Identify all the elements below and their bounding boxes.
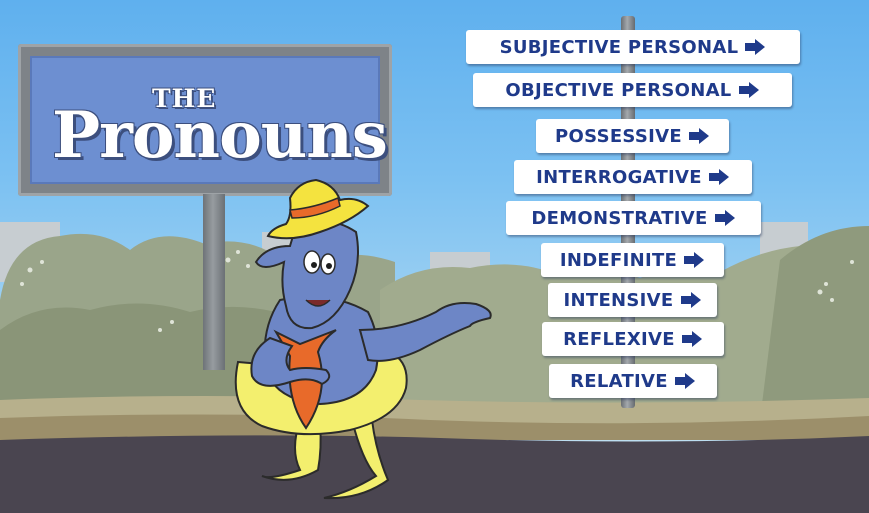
arrow-right-icon xyxy=(684,252,705,268)
arrow-right-icon xyxy=(688,128,709,144)
arrow-right-icon xyxy=(714,210,735,226)
sign-label: INTENSIVE xyxy=(563,289,674,311)
game-scene: THE Pronouns SUBJECTIVE PERSONAL OBJECTI… xyxy=(0,0,869,513)
arrow-right-icon xyxy=(745,39,766,55)
sign-label: DEMONSTRATIVE xyxy=(531,207,708,229)
sign-possessive[interactable]: POSSESSIVE xyxy=(536,119,729,153)
sign-objective-personal[interactable]: OBJECTIVE PERSONAL xyxy=(473,73,792,107)
arrow-right-icon xyxy=(708,169,729,185)
sign-label: INDEFINITE xyxy=(559,249,678,271)
sign-reflexive[interactable]: REFLEXIVE xyxy=(542,322,724,356)
sign-relative[interactable]: RELATIVE xyxy=(549,364,717,398)
sign-interrogative[interactable]: INTERROGATIVE xyxy=(514,160,752,194)
sign-label: INTERROGATIVE xyxy=(536,166,702,188)
sign-label: SUBJECTIVE PERSONAL xyxy=(499,36,739,58)
arrow-right-icon xyxy=(738,82,759,98)
arrow-right-icon xyxy=(680,292,701,308)
sign-subjective-personal[interactable]: SUBJECTIVE PERSONAL xyxy=(466,30,800,64)
sign-demonstrative[interactable]: DEMONSTRATIVE xyxy=(506,201,761,235)
arrow-right-icon xyxy=(681,331,702,347)
sign-intensive[interactable]: INTENSIVE xyxy=(548,283,717,317)
arrow-right-icon xyxy=(674,373,695,389)
sign-label: OBJECTIVE PERSONAL xyxy=(505,79,732,101)
sign-label: REFLEXIVE xyxy=(563,328,675,350)
sign-label: RELATIVE xyxy=(570,370,668,392)
sign-indefinite[interactable]: INDEFINITE xyxy=(541,243,724,277)
sign-label: POSSESSIVE xyxy=(555,125,682,147)
